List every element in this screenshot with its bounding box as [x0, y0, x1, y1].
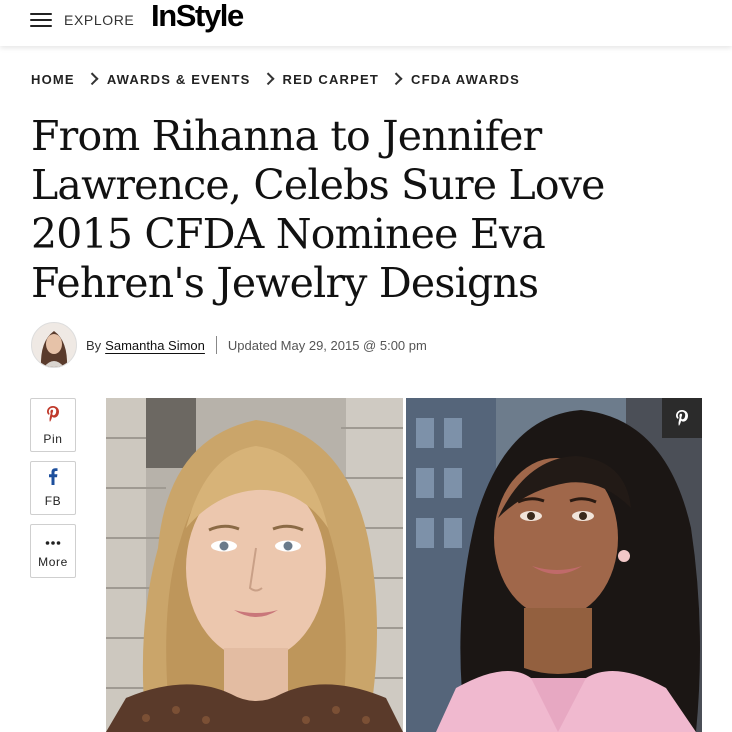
article-headline: From Rihanna to Jennifer Lawrence, Celeb…: [31, 112, 605, 307]
author-avatar[interactable]: [31, 322, 77, 368]
chevron-right-icon: [389, 72, 403, 86]
author-link[interactable]: Samantha Simon: [105, 338, 205, 353]
instyle-logo[interactable]: InStyle: [151, 0, 244, 34]
breadcrumb: HOME AWARDS & EVENTS RED CARPET CFDA AWA…: [31, 72, 520, 87]
fb-label: FB: [44, 494, 62, 508]
breadcrumb-red-carpet[interactable]: RED CARPET: [283, 72, 380, 87]
share-bar: Pin FB More: [30, 398, 76, 587]
chevron-right-icon: [85, 72, 99, 86]
more-share-button[interactable]: More: [30, 524, 76, 578]
pin-image-button[interactable]: [662, 398, 702, 438]
hamburger-menu-icon: [30, 12, 52, 28]
breadcrumb-cfda-awards[interactable]: CFDA AWARDS: [411, 72, 520, 87]
by-label: By: [86, 337, 102, 353]
facebook-icon: [48, 468, 58, 490]
byline-divider: [215, 336, 217, 354]
pin-label: Pin: [43, 431, 63, 446]
breadcrumb-home[interactable]: HOME: [31, 72, 75, 87]
pinterest-icon: [676, 410, 688, 426]
pinterest-icon: [46, 405, 60, 428]
explore-menu-button[interactable]: EXPLORE: [30, 6, 134, 34]
celebrity-side-by-side-photo: [106, 398, 702, 732]
pin-share-button[interactable]: Pin: [30, 398, 76, 452]
article-hero-photo[interactable]: [106, 398, 702, 732]
updated-timestamp: Updated May 29, 2015 @ 5:00 pm: [227, 337, 427, 353]
more-label: More: [38, 555, 68, 569]
facebook-share-button[interactable]: FB: [30, 461, 76, 515]
explore-label: EXPLORE: [64, 12, 135, 28]
site-header: EXPLORE InStyle: [0, 0, 732, 46]
breadcrumb-awards-events[interactable]: AWARDS & EVENTS: [107, 72, 251, 87]
byline: By Samantha Simon Updated May 29, 2015 @…: [31, 322, 427, 368]
chevron-right-icon: [261, 72, 275, 86]
more-dots-icon: [45, 533, 61, 551]
